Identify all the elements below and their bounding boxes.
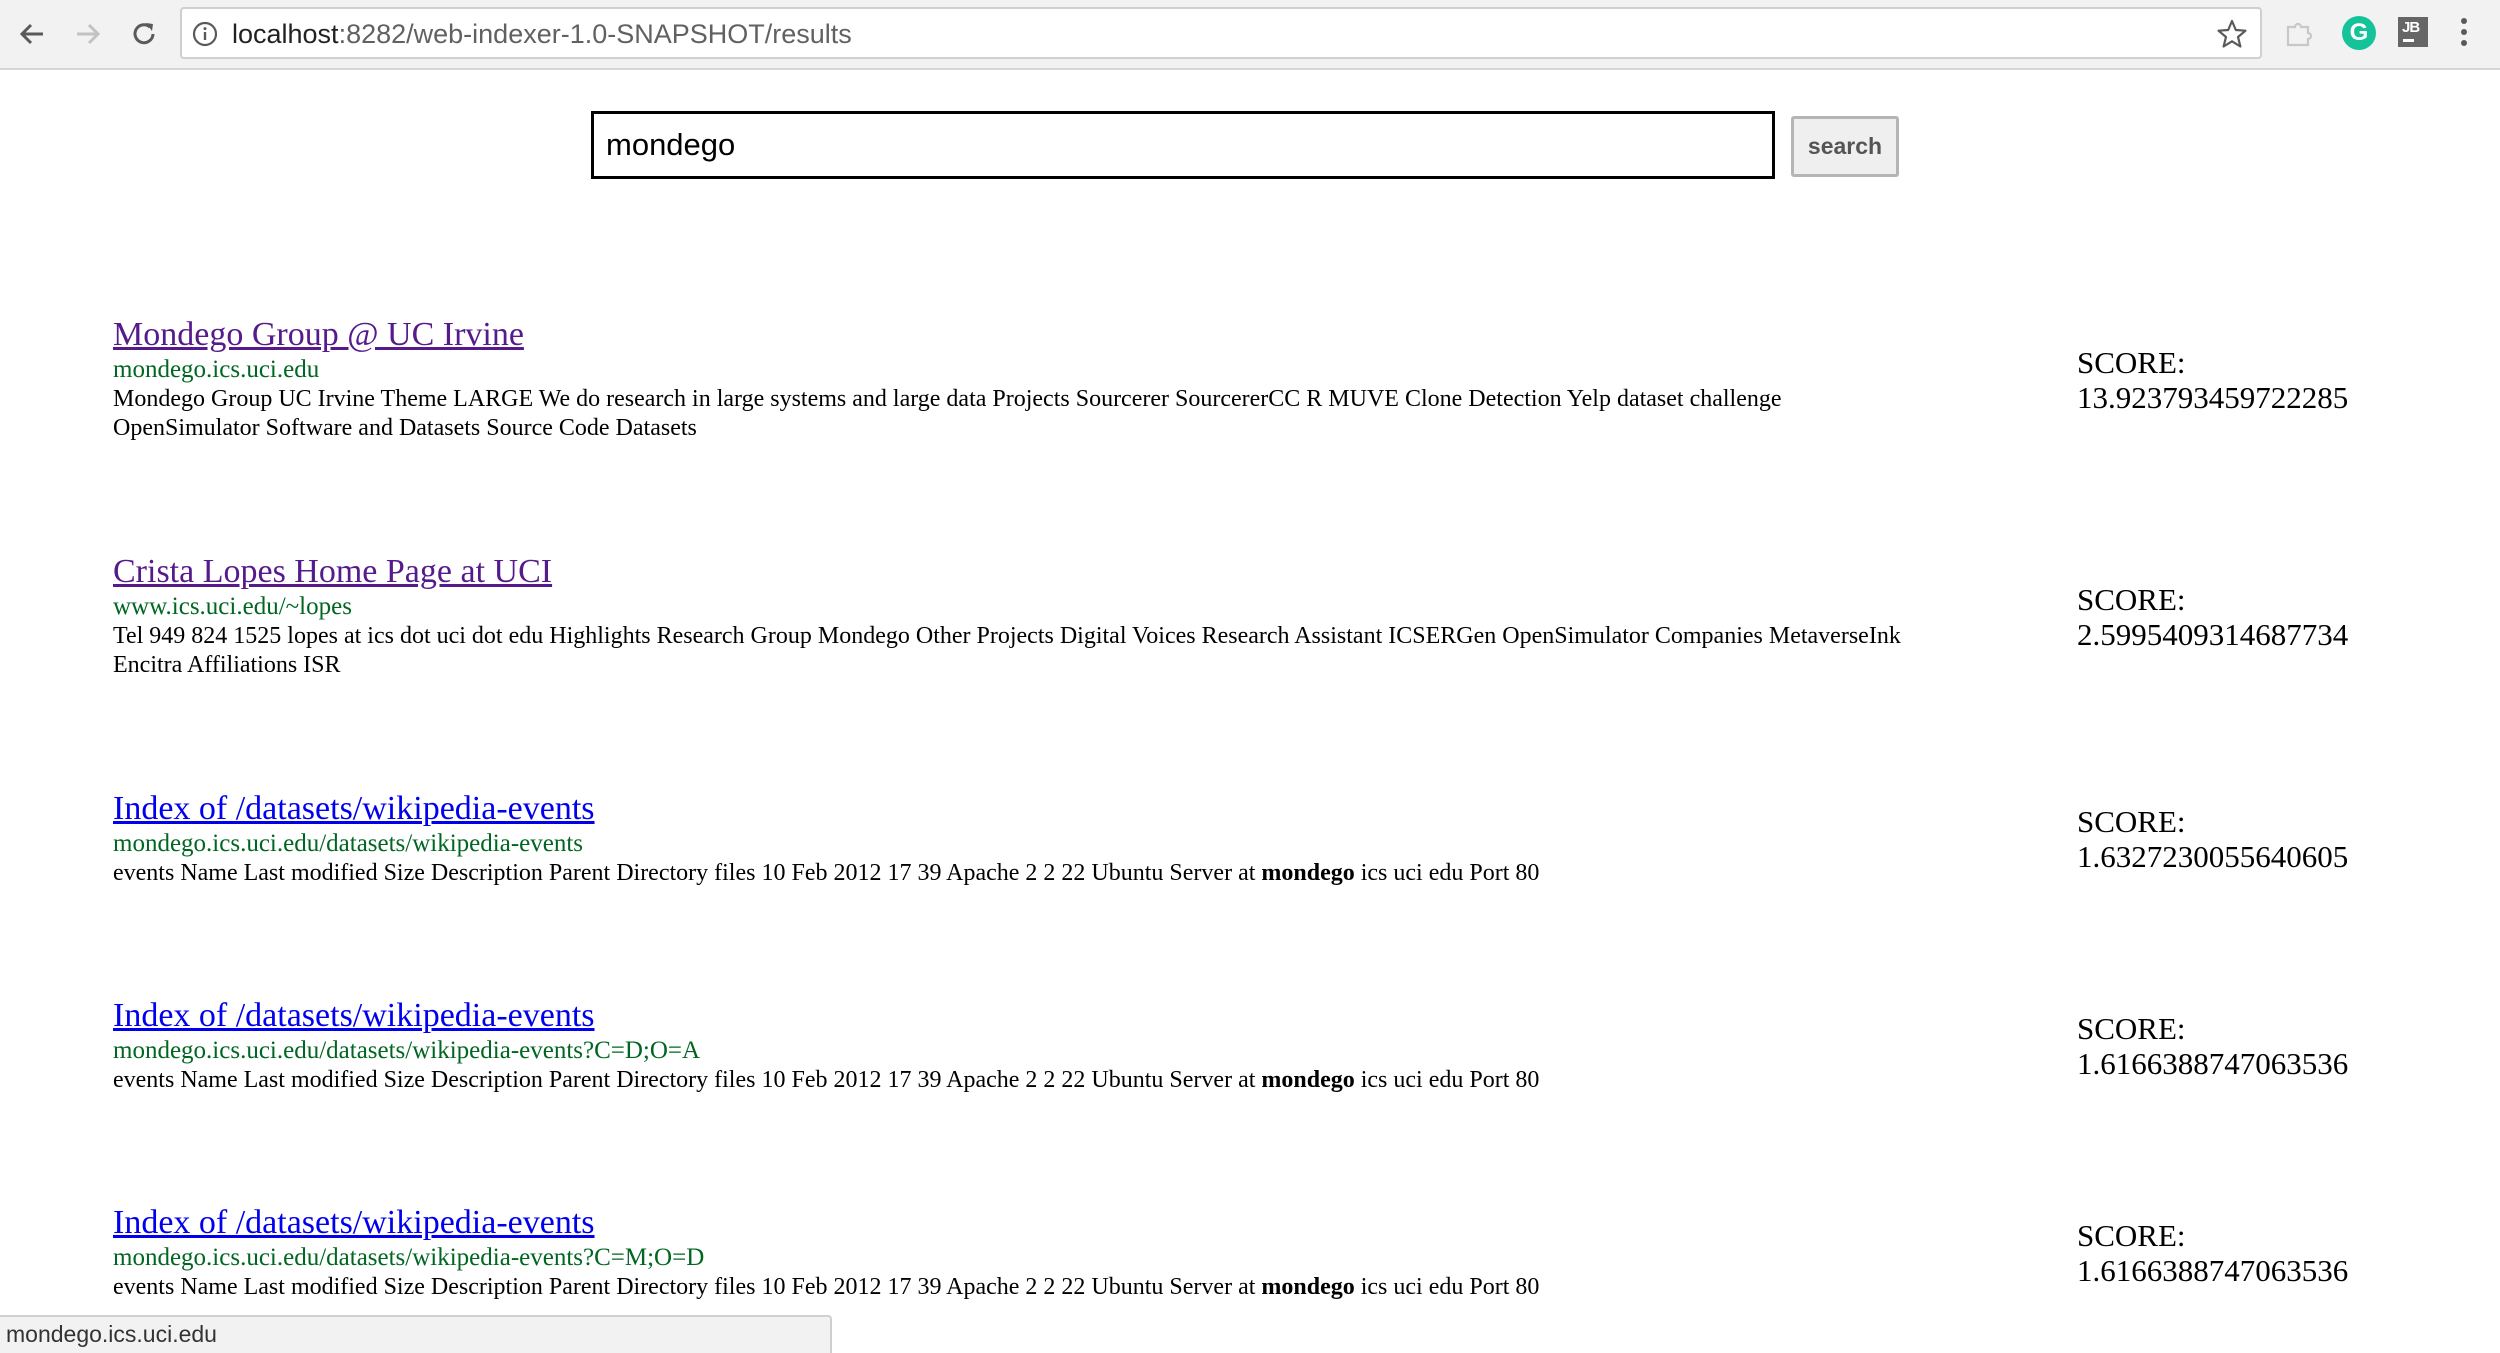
result-title-link[interactable]: Mondego Group @ UC Irvine bbox=[113, 315, 524, 355]
score-label: SCORE: bbox=[2077, 345, 2186, 380]
result-item: Crista Lopes Home Page at UCI www.ics.uc… bbox=[113, 552, 2413, 680]
score-label: SCORE: bbox=[2077, 804, 2186, 839]
url-path: :8282/web-indexer-1.0-SNAPSHOT/results bbox=[338, 19, 852, 49]
score-value: 2.5995409314687734 bbox=[2077, 617, 2349, 652]
result-score: SCORE: 1.6166388747063536 bbox=[2077, 1218, 2348, 1288]
url-host: localhost bbox=[232, 19, 339, 49]
score-value: 1.6166388747063536 bbox=[2077, 1046, 2349, 1081]
result-snippet: events Name Last modified Size Descripti… bbox=[113, 1273, 1913, 1302]
grammarly-extension-icon[interactable]: G bbox=[2342, 16, 2376, 50]
result-snippet: events Name Last modified Size Descripti… bbox=[113, 859, 1913, 888]
bookmark-star-icon[interactable] bbox=[2216, 18, 2248, 50]
address-bar[interactable]: localhost:8282/web-indexer-1.0-SNAPSHOT/… bbox=[180, 7, 2262, 59]
snippet-text: events Name Last modified Size Descripti… bbox=[113, 1274, 1262, 1300]
result-title-link[interactable]: Crista Lopes Home Page at UCI bbox=[113, 552, 552, 592]
address-bar-url: localhost:8282/web-indexer-1.0-SNAPSHOT/… bbox=[232, 19, 852, 49]
result-title-link[interactable]: Index of /datasets/wikipedia-events bbox=[113, 996, 595, 1036]
result-url: mondego.ics.uci.edu/datasets/wikipedia-e… bbox=[113, 830, 584, 857]
result-score: SCORE: 13.923793459722285 bbox=[2077, 345, 2348, 415]
snippet-text-tail: ics uci edu Port 80 bbox=[1354, 1067, 1540, 1093]
result-url: www.ics.uci.edu/~lopes bbox=[113, 593, 352, 620]
result-url: mondego.ics.uci.edu bbox=[113, 356, 320, 383]
snippet-text: Mondego Group UC Irvine Theme LARGE We d… bbox=[113, 386, 1782, 441]
snippet-highlight: mondego bbox=[1261, 860, 1355, 886]
result-url: mondego.ics.uci.edu/datasets/wikipedia-e… bbox=[113, 1244, 705, 1271]
forward-arrow-icon[interactable] bbox=[68, 14, 108, 54]
back-arrow-icon[interactable] bbox=[12, 14, 52, 54]
jetbrains-label: JB bbox=[2402, 19, 2420, 36]
reload-icon[interactable] bbox=[124, 14, 164, 54]
browser-toolbar: localhost:8282/web-indexer-1.0-SNAPSHOT/… bbox=[0, 0, 2500, 70]
result-item: Mondego Group @ UC Irvine mondego.ics.uc… bbox=[113, 315, 2413, 443]
snippet-text: Tel 949 824 1525 lopes at ics dot uci do… bbox=[113, 623, 1901, 678]
score-label: SCORE: bbox=[2077, 582, 2186, 617]
result-snippet: Tel 949 824 1525 lopes at ics dot uci do… bbox=[113, 622, 1913, 680]
snippet-text: events Name Last modified Size Descripti… bbox=[113, 1067, 1262, 1093]
result-item: Index of /datasets/wikipedia-events mond… bbox=[113, 996, 2413, 1095]
score-label: SCORE: bbox=[2077, 1218, 2186, 1253]
snippet-text-tail: ics uci edu Port 80 bbox=[1354, 1274, 1540, 1300]
result-snippet: events Name Last modified Size Descripti… bbox=[113, 1066, 1913, 1095]
result-score: SCORE: 1.6166388747063536 bbox=[2077, 1011, 2348, 1081]
info-icon[interactable] bbox=[192, 21, 218, 47]
result-item: Index of /datasets/wikipedia-events mond… bbox=[113, 1203, 2413, 1302]
snippet-highlight: mondego bbox=[1261, 1067, 1355, 1093]
result-title-link[interactable]: Index of /datasets/wikipedia-events bbox=[113, 789, 595, 829]
browser-menu-icon[interactable] bbox=[2456, 18, 2472, 52]
snippet-text-tail: ics uci edu Port 80 bbox=[1354, 860, 1540, 886]
score-label: SCORE: bbox=[2077, 1011, 2186, 1046]
score-value: 1.6166388747063536 bbox=[2077, 1253, 2349, 1288]
jetbrains-bar bbox=[2403, 39, 2414, 42]
score-value: 1.6327230055640605 bbox=[2077, 839, 2349, 874]
extension-puzzle-icon[interactable] bbox=[2282, 15, 2318, 51]
snippet-text: events Name Last modified Size Descripti… bbox=[113, 860, 1262, 886]
result-score: SCORE: 2.5995409314687734 bbox=[2077, 582, 2348, 652]
status-bar-link-preview: mondego.ics.uci.edu bbox=[0, 1315, 832, 1353]
search-button[interactable]: search bbox=[1791, 116, 1899, 177]
result-item: Index of /datasets/wikipedia-events mond… bbox=[113, 789, 2413, 888]
score-value: 13.923793459722285 bbox=[2077, 380, 2349, 415]
result-url: mondego.ics.uci.edu/datasets/wikipedia-e… bbox=[113, 1037, 701, 1064]
result-snippet: Mondego Group UC Irvine Theme LARGE We d… bbox=[113, 385, 1913, 443]
search-input[interactable] bbox=[591, 111, 1775, 179]
result-title-link[interactable]: Index of /datasets/wikipedia-events bbox=[113, 1203, 595, 1243]
result-score: SCORE: 1.6327230055640605 bbox=[2077, 804, 2348, 874]
jetbrains-extension-icon[interactable]: JB bbox=[2398, 17, 2428, 47]
snippet-highlight: mondego bbox=[1261, 1274, 1355, 1300]
